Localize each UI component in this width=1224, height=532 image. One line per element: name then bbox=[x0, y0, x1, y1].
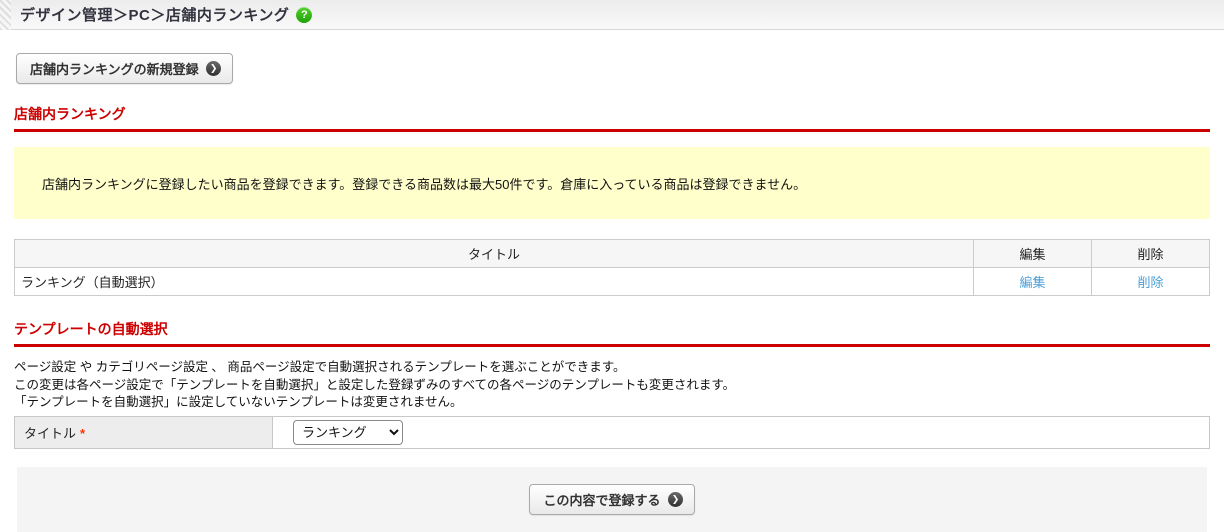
template-description-line: 「テンプレートを自動選択」に設定していないテンプレートは変更されません。 bbox=[14, 395, 463, 409]
arrow-circle-icon: ❯ bbox=[205, 61, 221, 76]
title-value-cell: ランキング bbox=[272, 415, 1210, 449]
row-title: ランキング（自動選択） bbox=[14, 267, 974, 296]
section-title-ranking: 店舗内ランキング bbox=[14, 104, 1210, 132]
column-header-delete: 削除 bbox=[1091, 239, 1210, 268]
breadcrumb: デザイン管理＞PC＞店舗内ランキング bbox=[20, 7, 290, 24]
column-header-title: タイトル bbox=[14, 239, 974, 268]
title-form-row: タイトル * ランキング bbox=[14, 415, 1210, 449]
delete-link[interactable]: 削除 bbox=[1137, 275, 1163, 290]
submit-button-label: この内容で登録する bbox=[543, 492, 661, 508]
section-title-template: テンプレートの自動選択 bbox=[14, 319, 1210, 347]
help-icon[interactable]: ? bbox=[296, 6, 313, 23]
header-stripe-decoration bbox=[0, 0, 11, 30]
table-row: ランキング（自動選択） 編集 削除 bbox=[14, 267, 1210, 296]
new-ranking-button[interactable]: 店舗内ランキングの新規登録 ❯ bbox=[16, 53, 233, 84]
page-header: デザイン管理＞PC＞店舗内ランキング ? bbox=[0, 0, 1224, 30]
info-text: 店舗内ランキングに登録したい商品を登録できます。登録できる商品数は最大50件です… bbox=[42, 176, 807, 192]
edit-link[interactable]: 編集 bbox=[1019, 275, 1045, 290]
submit-button[interactable]: この内容で登録する ❯ bbox=[529, 483, 695, 515]
title-label-cell: タイトル * bbox=[14, 415, 273, 449]
submit-bar: この内容で登録する ❯ bbox=[17, 466, 1207, 532]
info-box: 店舗内ランキングに登録したい商品を登録できます。登録できる商品数は最大50件です… bbox=[14, 147, 1210, 219]
arrow-circle-icon: ❯ bbox=[667, 491, 683, 507]
new-ranking-button-label: 店舗内ランキングの新規登録 bbox=[30, 62, 199, 77]
column-header-edit: 編集 bbox=[973, 239, 1092, 268]
template-description-line: ページ設定 や カテゴリページ設定 、 商品ページ設定で自動選択されるテンプレー… bbox=[14, 360, 626, 374]
template-description-line: この変更は各ページ設定で「テンプレートを自動選択」と設定した登録ずみのすべての各… bbox=[14, 377, 736, 392]
title-form: タイトル * ランキング bbox=[14, 415, 1210, 449]
table-header-row: タイトル 編集 削除 bbox=[14, 239, 1210, 268]
template-description: ページ設定 や カテゴリページ設定 、 商品ページ設定で自動選択されるテンプレー… bbox=[14, 359, 1210, 412]
title-select[interactable]: ランキング bbox=[293, 419, 403, 445]
ranking-table: タイトル 編集 削除 ランキング（自動選択） 編集 削除 bbox=[14, 239, 1210, 296]
required-asterisk: * bbox=[80, 425, 86, 441]
title-label: タイトル bbox=[24, 425, 77, 441]
